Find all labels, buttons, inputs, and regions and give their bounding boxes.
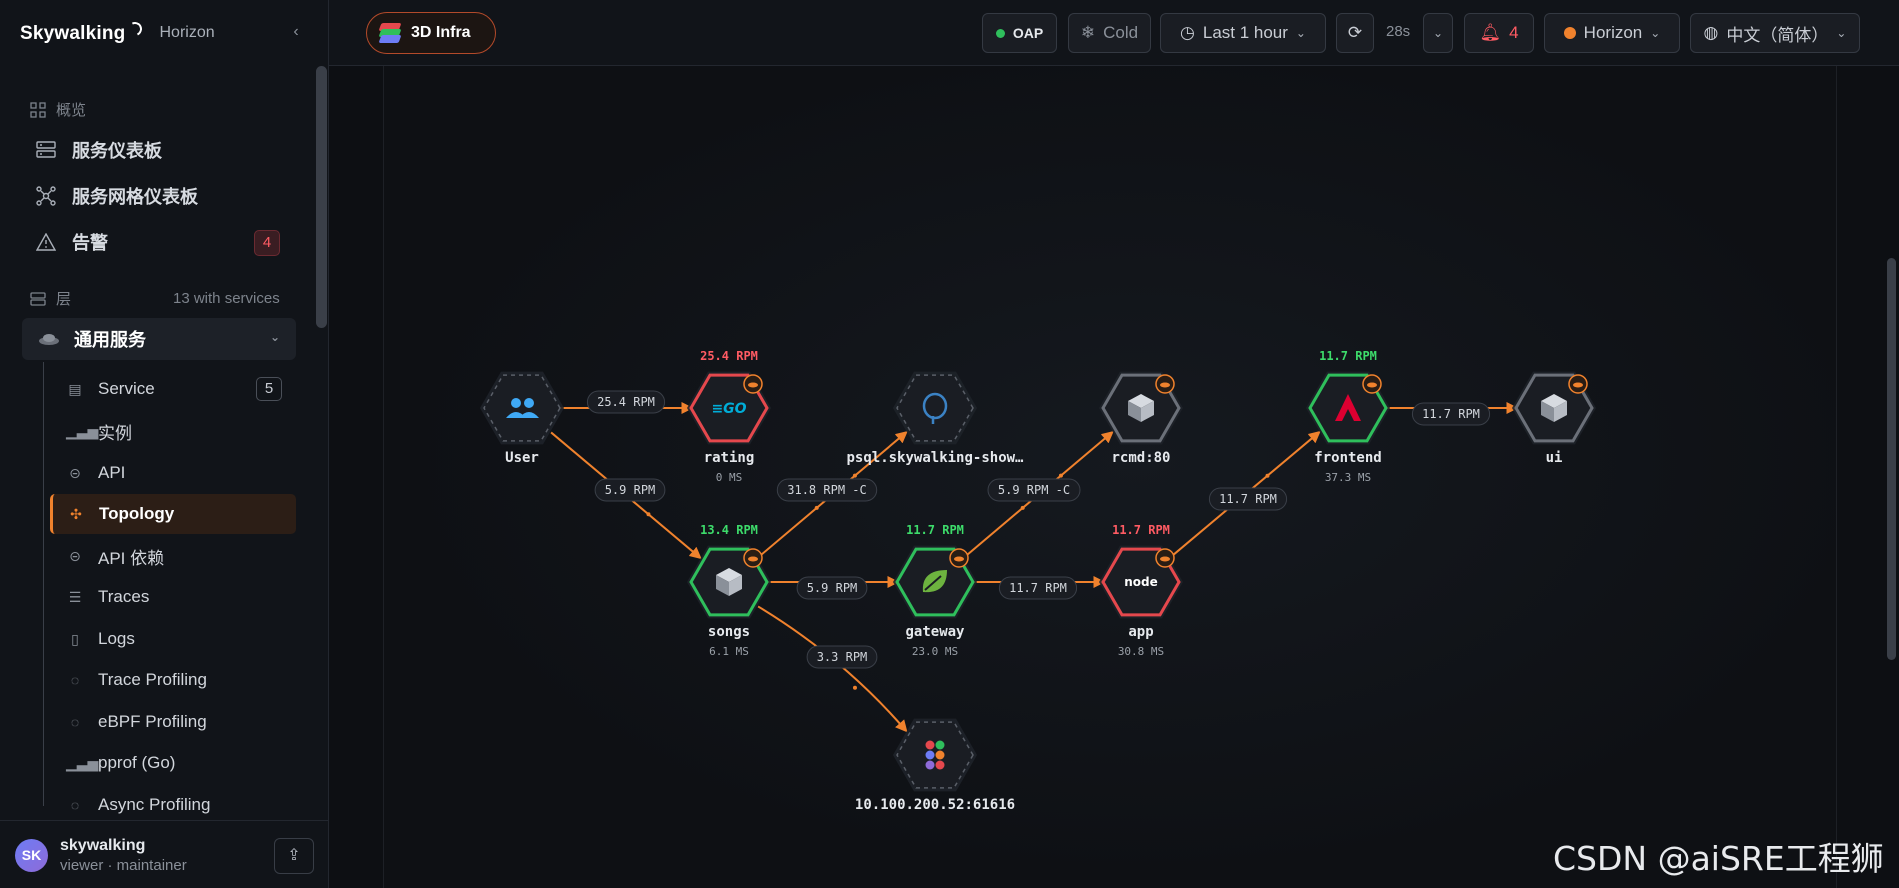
edge-flow-dot: [852, 473, 857, 478]
node-rpm: 11.7 RPM: [1319, 349, 1377, 363]
edge-flow-dot: [852, 685, 857, 690]
node-label: rating: [704, 450, 755, 466]
edge-flow-dot: [646, 512, 651, 517]
watermark: CSDN @aiSRE工程狮: [1553, 839, 1884, 878]
node-label: rcmd:80: [1111, 450, 1170, 466]
edge-label[interactable]: 3.3 RPM: [806, 645, 878, 669]
node-icon: node: [1124, 575, 1158, 589]
node-label: ui: [1546, 450, 1563, 466]
edge-label-text: 11.7 RPM: [1422, 407, 1480, 421]
edge-label[interactable]: 5.9 RPM: [594, 478, 666, 502]
topology-node-ui[interactable]: ui: [1512, 371, 1596, 466]
node-label: User: [505, 450, 539, 466]
service-badge-icon: [1155, 548, 1175, 568]
topology-node-rcmd[interactable]: rcmd:80: [1099, 371, 1183, 466]
node-rpm: 25.4 RPM: [700, 349, 758, 363]
node-rpm: 13.4 RPM: [700, 523, 758, 537]
node-rpm: 11.7 RPM: [1112, 523, 1170, 537]
service-badge-icon: [1362, 374, 1382, 394]
topology-node-psql[interactable]: psql.skywalking-show…: [846, 371, 1024, 466]
edge-label[interactable]: 31.8 RPM -C: [776, 478, 878, 502]
edge-flow-dot: [1265, 473, 1270, 478]
node-latency: 0 MS: [716, 471, 743, 484]
topology-node-rating[interactable]: ≡GO 25.4 RPM rating 0 MS: [687, 349, 771, 484]
edge-label-text: 11.7 RPM: [1219, 492, 1277, 506]
node-label: app: [1128, 624, 1153, 640]
edge-label[interactable]: 25.4 RPM: [586, 390, 666, 414]
edge-label-text: 5.9 RPM: [807, 581, 858, 595]
service-badge-icon: [743, 548, 763, 568]
edge-label[interactable]: 11.7 RPM: [1208, 487, 1288, 511]
node-latency: 37.3 MS: [1325, 471, 1371, 484]
svg-text:node: node: [1124, 575, 1158, 589]
service-badge-icon: [1568, 374, 1588, 394]
edge-label-text: 5.9 RPM -C: [998, 483, 1070, 497]
node-label: psql.skywalking-show…: [846, 450, 1024, 466]
edge-label-text: 3.3 RPM: [817, 650, 868, 664]
edge-label-text: 5.9 RPM: [605, 483, 656, 497]
topology-node-app[interactable]: node 11.7 RPM app 30.8 MS: [1099, 523, 1183, 658]
service-badge-icon: [1155, 374, 1175, 394]
topology-graph: 25.4 RPM 5.9 RPM 31.8 RPM -C 5.9 RPM -C 11.7…: [480, 349, 1596, 813]
service-badge-icon: [949, 548, 969, 568]
edge-label[interactable]: 5.9 RPM: [796, 576, 868, 600]
edge-label-text: 31.8 RPM -C: [787, 483, 866, 497]
topology-node-kafka[interactable]: 10.100.200.52:61616: [855, 718, 1015, 813]
service-badge-icon: [743, 374, 763, 394]
topology-node-gateway[interactable]: 11.7 RPM gateway 23.0 MS: [893, 523, 977, 658]
edge-flow-dot: [1020, 505, 1025, 510]
go-icon: ≡GO: [711, 401, 746, 417]
node-label: songs: [708, 624, 750, 640]
node-latency: 30.8 MS: [1118, 645, 1164, 658]
node-latency: 23.0 MS: [912, 645, 958, 658]
topology-node-user[interactable]: User: [480, 371, 564, 466]
edge-label[interactable]: 5.9 RPM -C: [987, 478, 1081, 502]
edge-flow-dot: [1058, 473, 1063, 478]
edge-label-text: 25.4 RPM: [597, 395, 655, 409]
svg-text:≡GO: ≡GO: [711, 401, 746, 417]
node-label: gateway: [905, 624, 965, 640]
topology-node-songs[interactable]: 13.4 RPM songs 6.1 MS: [687, 523, 771, 658]
topology-node-frontend[interactable]: 11.7 RPM frontend 37.3 MS: [1306, 349, 1390, 484]
node-latency: 6.1 MS: [709, 645, 749, 658]
node-rpm: 11.7 RPM: [906, 523, 964, 537]
edge-label[interactable]: 11.7 RPM: [1411, 402, 1491, 426]
edge-label[interactable]: 11.7 RPM: [998, 576, 1078, 600]
edge-label-text: 11.7 RPM: [1009, 581, 1067, 595]
node-label: 10.100.200.52:61616: [855, 797, 1015, 813]
edge-flow-dot: [814, 505, 819, 510]
node-label: frontend: [1314, 450, 1381, 466]
